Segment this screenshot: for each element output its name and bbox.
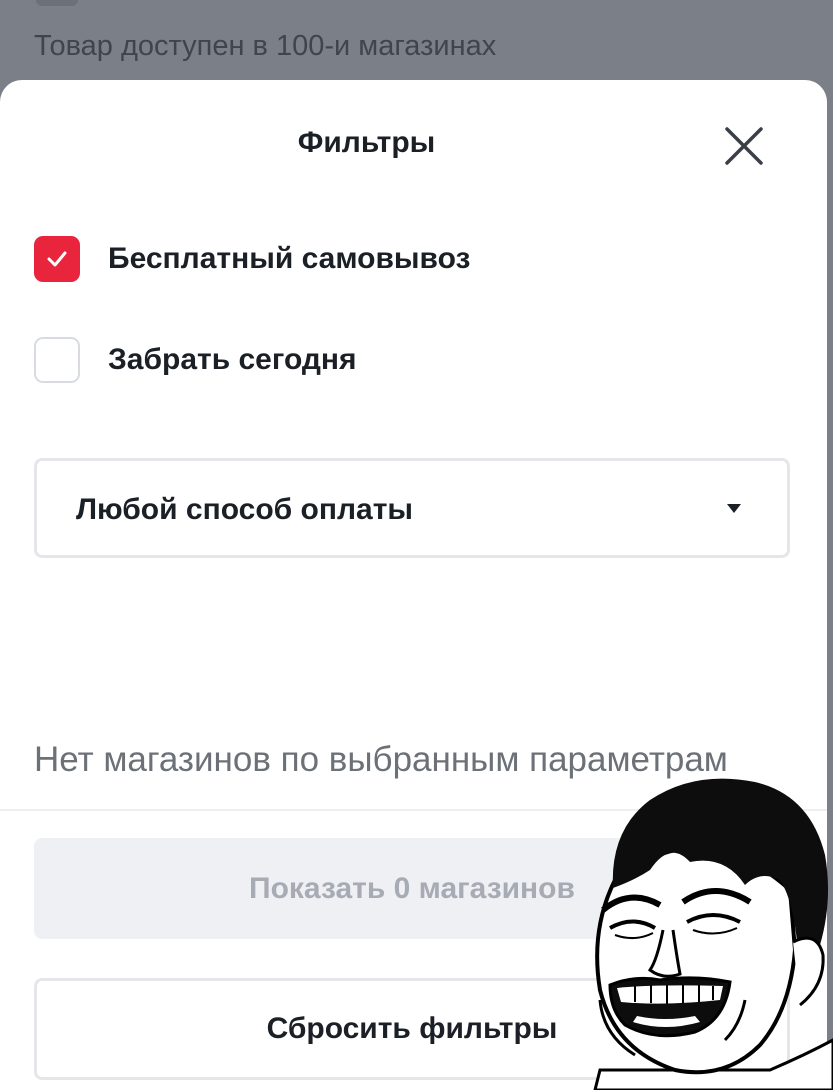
payment-method-value: Любой способ оплаты	[76, 493, 414, 526]
availability-text: Товар доступен в 100-и магазинах	[34, 30, 497, 62]
sheet-title: Фильтры	[297, 126, 436, 159]
filter-free-pickup[interactable]: Бесплатный самовывоз	[34, 236, 470, 282]
checkmark-icon	[47, 251, 67, 267]
pickup-today-label: Забрать сегодня	[108, 343, 357, 376]
laughing-meme-face	[593, 778, 833, 1090]
close-icon	[725, 127, 763, 165]
payment-method-select[interactable]: Любой способ оплаты	[34, 458, 790, 558]
free-pickup-checkbox[interactable]	[34, 236, 80, 282]
pickup-today-checkbox[interactable]	[34, 337, 80, 383]
free-pickup-label: Бесплатный самовывоз	[108, 242, 471, 275]
filter-pickup-today[interactable]: Забрать сегодня	[34, 337, 357, 383]
close-button[interactable]	[718, 120, 770, 172]
background-pill	[36, 0, 78, 6]
triangle-down-icon	[727, 504, 741, 513]
